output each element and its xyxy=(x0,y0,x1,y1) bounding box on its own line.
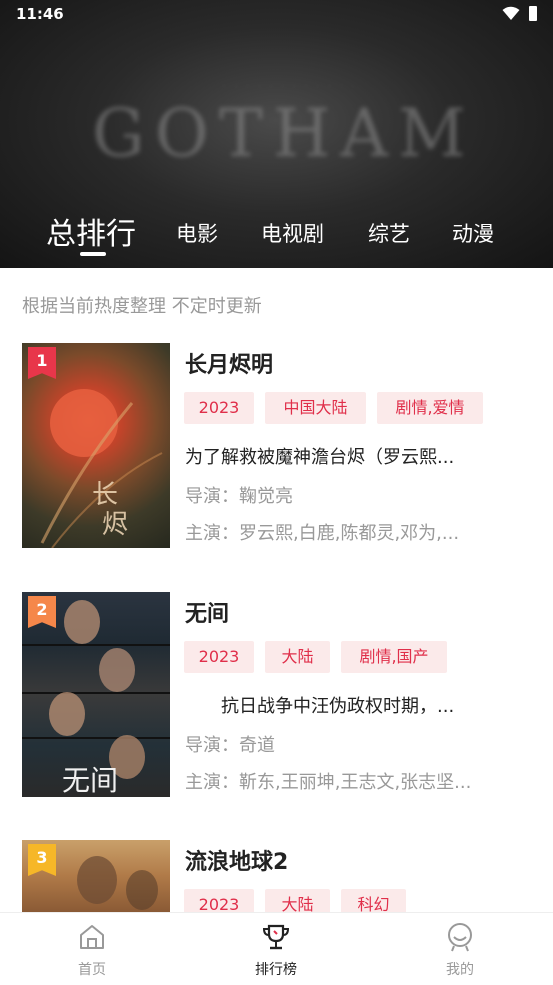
tag-region: 大陆 xyxy=(265,889,330,912)
svg-text:无间: 无间 xyxy=(62,764,118,797)
tag-year: 2023 xyxy=(184,889,254,912)
svg-text:长: 长 xyxy=(92,480,118,510)
poster-image[interactable]: 3 xyxy=(22,840,170,912)
item-title[interactable]: 流浪地球2 xyxy=(185,844,288,876)
svg-text:烬: 烬 xyxy=(102,510,128,540)
item-title[interactable]: 长月烬明 xyxy=(185,347,273,379)
nav-ranking[interactable]: 排行榜 xyxy=(216,913,336,985)
nav-profile[interactable]: 我的 xyxy=(400,913,520,985)
tag-region: 中国大陆 xyxy=(265,392,366,424)
status-time: 11:46 xyxy=(16,5,64,23)
poster-image[interactable]: 无间 2 xyxy=(22,592,170,797)
tag-genre: 科幻 xyxy=(341,889,406,912)
nav-home-label: 首页 xyxy=(78,962,106,978)
active-tab-indicator xyxy=(80,252,106,256)
list-item[interactable]: 无间 2 无间 2023 大陆 剧情,国产 抗日战争中汪伪政权时期，... 导演… xyxy=(0,592,553,802)
list-item[interactable]: 长 烬 1 长月烬明 2023 中国大陆 剧情,爱情 为了解救被魔神澹台烬（罗云… xyxy=(0,343,553,553)
banner-subtitle-blur: · · · · · · · · · · · · xyxy=(222,82,358,92)
item-description: 为了解救被魔神澹台烬（罗云熙... xyxy=(185,447,455,468)
tab-anime[interactable]: 动漫 xyxy=(452,218,494,248)
trophy-icon xyxy=(262,924,290,950)
item-director: 导演：鞠觉亮 xyxy=(185,486,293,507)
item-actors: 主演：靳东,王丽坤,王志文,张志坚... xyxy=(185,772,472,793)
tab-movie[interactable]: 电影 xyxy=(176,218,218,248)
status-bar: 11:46 xyxy=(0,0,553,30)
tag-year: 2023 xyxy=(184,641,254,673)
banner-title: GOTHAM xyxy=(92,95,476,172)
tab-tv-series[interactable]: 电视剧 xyxy=(261,218,324,248)
tag-year: 2023 xyxy=(184,392,254,424)
tag-genre: 剧情,爱情 xyxy=(377,392,483,424)
bottom-navigation: 首页 排行榜 我的 xyxy=(0,912,553,985)
tab-overall[interactable]: 总排行 xyxy=(46,209,136,253)
item-director: 导演：奇道 xyxy=(185,735,275,756)
ranking-notice: 根据当前热度整理 不定时更新 xyxy=(22,296,262,317)
nav-profile-label: 我的 xyxy=(446,962,474,978)
home-icon xyxy=(80,925,104,949)
nav-ranking-label: 排行榜 xyxy=(255,962,297,978)
wifi-icon xyxy=(502,6,520,20)
poster-image[interactable]: 长 烬 1 xyxy=(22,343,170,548)
list-item[interactable]: 3 流浪地球2 2023 大陆 科幻 xyxy=(0,840,553,912)
tab-variety[interactable]: 综艺 xyxy=(368,218,410,248)
item-actors: 主演：罗云熙,白鹿,陈都灵,邓为,... xyxy=(185,523,460,544)
header-banner: · · · · · · · · · · · · GOTHAM 11:46 总排行… xyxy=(0,0,553,268)
item-title[interactable]: 无间 xyxy=(185,596,229,628)
profile-icon xyxy=(448,923,472,952)
item-description: 抗日战争中汪伪政权时期，... xyxy=(185,696,455,717)
battery-icon xyxy=(529,6,537,21)
nav-home[interactable]: 首页 xyxy=(32,913,152,985)
tag-region: 大陆 xyxy=(265,641,330,673)
tag-genre: 剧情,国产 xyxy=(341,641,447,673)
